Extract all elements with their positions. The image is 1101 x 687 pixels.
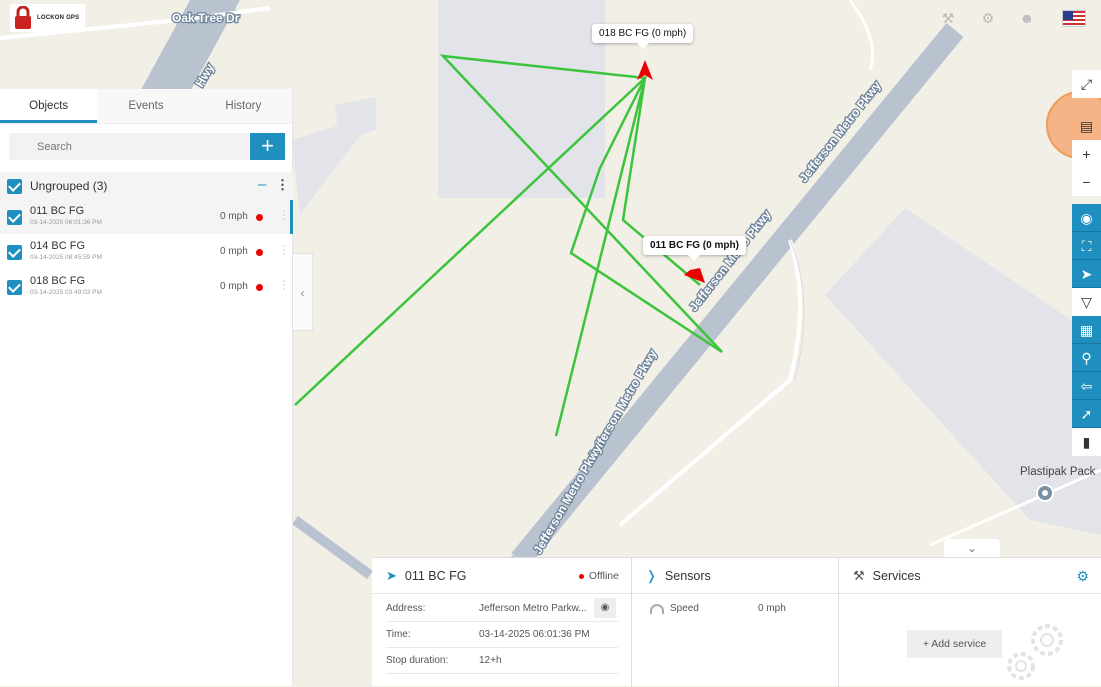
object-menu-icon[interactable]: ⋮ (278, 208, 290, 222)
info-label: Time: (386, 629, 411, 640)
wrench-icon: ⚒ (853, 567, 865, 583)
collapse-panel-button[interactable]: ‹ (293, 253, 313, 331)
sensors-title: Sensors (664, 568, 711, 583)
building-area (438, 0, 605, 198)
traffic-light-icon[interactable]: ▮ (1072, 428, 1101, 456)
zoom-in-icon[interactable]: + (1072, 140, 1101, 168)
search-row: + (9, 133, 285, 161)
object-name: 011 BC FG (30, 205, 85, 217)
sensors-card: ❭ Sensors Speed 0 mph (632, 558, 839, 687)
object-speed: 0 mph (220, 281, 248, 292)
info-row-address: Address: Jefferson Metro Parkw... ◉ (386, 596, 618, 622)
info-value: 12+h (479, 655, 502, 666)
radar-icon[interactable]: ◉ (1072, 204, 1101, 232)
navigate-icon[interactable]: ➤ (1072, 260, 1101, 288)
group-row[interactable]: Ungrouped (3) – ⋮ (0, 172, 293, 200)
navigate-icon: ➤ (386, 567, 397, 583)
group-menu-icon[interactable]: ⋮ (276, 178, 289, 191)
add-object-button[interactable]: + (250, 133, 285, 160)
panel-tabs: Objects Events History (0, 89, 292, 124)
object-name: 014 BC FG (30, 240, 86, 252)
object-speed: 0 mph (220, 246, 248, 257)
object-checkbox[interactable] (7, 244, 22, 260)
direction-icon[interactable]: ➚ (1072, 400, 1101, 428)
sensor-value: 0 mph (758, 603, 786, 614)
status-badge: Offline (579, 570, 619, 582)
object-row[interactable]: 011 BC FG 03-14-2025 06:01:36 PM 0 mph ⋮ (0, 200, 293, 234)
eye-icon[interactable]: ◉ (594, 598, 616, 618)
group-label: Ungrouped (3) (30, 179, 108, 193)
object-name: 018 BC FG (30, 275, 86, 287)
sensor-label: Speed (670, 603, 699, 614)
object-time: 03-14-2025 06:01:36 PM (30, 219, 102, 226)
road-icon[interactable]: ▦ (1072, 316, 1101, 344)
object-menu-icon[interactable]: ⋮ (278, 278, 290, 292)
gear-icon[interactable]: ⚙ (1076, 568, 1089, 585)
status-dot (256, 284, 263, 291)
signal-icon: ❭ (646, 567, 657, 583)
details-panel: ➤ 011 BC FG Offline Address: Jefferson M… (372, 557, 1101, 687)
search-input[interactable] (9, 133, 249, 160)
object-checkbox[interactable] (7, 209, 22, 225)
add-service-button[interactable]: + Add service (907, 630, 1002, 658)
sensor-row: Speed 0 mph (650, 603, 786, 614)
object-row[interactable]: 018 BC FG 03-14-2025 03:49:03 PM 0 mph ⋮ (0, 270, 293, 304)
zoom-out-icon[interactable]: − (1072, 168, 1101, 196)
object-speed: 0 mph (220, 211, 248, 222)
pin-icon[interactable]: ⚲ (1072, 344, 1101, 372)
object-time: 03-14-2025 08:45:59 PM (30, 254, 102, 261)
objects-panel: Objects Events History + Ungrouped (3) –… (0, 89, 293, 686)
object-details-card: ➤ 011 BC FG Offline Address: Jefferson M… (372, 558, 632, 687)
info-label: Stop duration: (386, 655, 449, 666)
object-time: 03-14-2025 03:49:03 PM (30, 289, 102, 296)
collapse-group-button[interactable]: – (258, 176, 266, 193)
tab-events[interactable]: Events (97, 89, 194, 123)
group-checkbox[interactable] (7, 178, 22, 194)
services-title: Services (872, 568, 921, 583)
vehicle-callout-011: 011 BC FG (0 mph) (643, 236, 746, 261)
details-title: 011 BC FG (404, 568, 467, 583)
filter-icon[interactable]: ▽ (1072, 288, 1101, 316)
info-value: 03-14-2025 06:01:36 PM (479, 629, 590, 640)
expand-map-button[interactable]: ⌄ (944, 539, 1000, 557)
status-dot (256, 249, 263, 256)
info-value: Jefferson Metro Parkw... (479, 603, 587, 614)
info-row-time: Time: 03-14-2025 06:01:36 PM (386, 622, 618, 648)
route-icon[interactable]: ⇦ (1072, 372, 1101, 400)
street-label: Oak Tree Dr (172, 11, 240, 25)
fullscreen-icon[interactable]: ⤢ (1072, 70, 1101, 98)
info-row-stop: Stop duration: 12+h (386, 648, 618, 674)
status-dot (256, 214, 263, 221)
poi-pin-icon[interactable] (1036, 484, 1054, 502)
gauge-icon (650, 603, 664, 614)
gears-icon (1007, 624, 1063, 680)
object-checkbox[interactable] (7, 279, 22, 295)
vehicle-callout-018: 018 BC FG (0 mph) (592, 24, 694, 49)
tab-objects[interactable]: Objects (0, 89, 98, 123)
object-menu-icon[interactable]: ⋮ (278, 243, 290, 257)
map-layers-icon[interactable]: ▤ (1072, 112, 1101, 140)
info-label: Address: (386, 603, 426, 614)
object-row[interactable]: 014 BC FG 03-14-2025 08:45:59 PM 0 mph ⋮ (0, 235, 293, 269)
tab-history[interactable]: History (195, 89, 292, 123)
fit-icon[interactable]: ⛶ (1072, 232, 1101, 260)
poi-label: Plastipak Pack (1020, 466, 1096, 478)
services-card: ⚒ Services ⚙ + Add service (839, 558, 1101, 687)
map-toolbar: ⤢ ▤ + − ◉ ⛶ ➤ ▽ ▦ ⚲ ⇦ ➚ ▮ (1072, 70, 1101, 456)
